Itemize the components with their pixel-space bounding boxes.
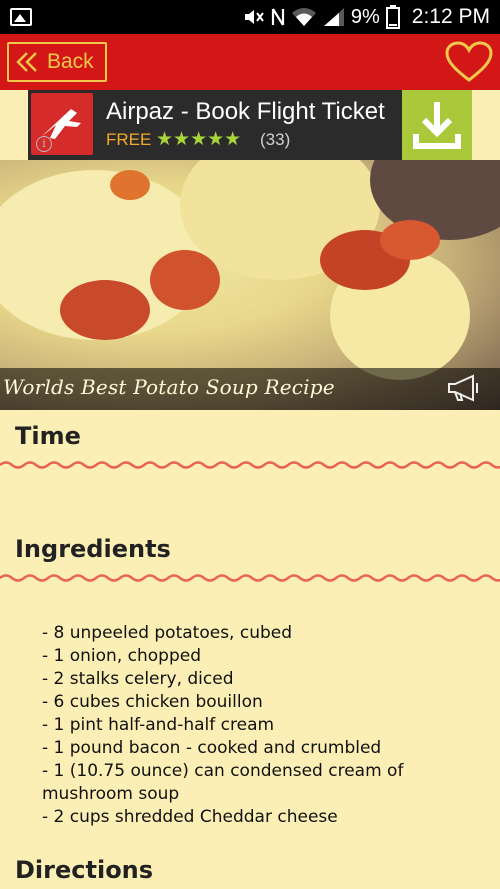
chevron-left-double-icon [16,52,37,72]
signal-icon [323,8,344,26]
nfc-icon [271,8,284,26]
ingredients-list: - 8 unpeeled potatoes, cubed - 1 onion, … [42,622,462,829]
megaphone-icon[interactable] [446,374,482,402]
ad-title: Airpaz - Book Flight Ticket [106,98,385,125]
ad-rating-stars: ★★★★★ [156,128,242,150]
mute-icon [244,10,264,24]
gallery-icon [10,8,32,26]
battery-percent: 9% [350,5,380,28]
status-icons: 9% 2:12 PM [243,0,490,34]
status-bar: 9% 2:12 PM [0,0,500,34]
ingredient-item: - 1 onion, chopped [42,646,201,666]
favorite-button[interactable] [444,40,494,84]
recipe-title: Worlds Best Potato Soup Recipe [3,375,335,399]
ad-price: FREE [106,130,152,149]
heart-icon [445,41,493,82]
ingredient-item: - 1 (10.75 ounce) can condensed cream of… [42,761,404,804]
section-divider [0,574,500,582]
section-divider [0,461,500,469]
ingredient-item: - 6 cubes chicken bouillon [42,692,263,712]
clock: 2:12 PM [411,5,490,28]
ingredient-item: - 8 unpeeled potatoes, cubed [42,623,293,643]
app-toolbar: Back [0,34,500,90]
info-icon[interactable]: i [36,136,52,152]
ad-download-button[interactable] [402,90,472,160]
ingredient-item: - 1 pound bacon - cooked and crumbled [42,738,382,758]
section-directions-heading: Directions [15,856,154,884]
ad-rating-count: (33) [260,130,291,149]
ad-banner[interactable]: i Airpaz - Book Flight Ticket FREE ★★★★★… [28,90,472,160]
wifi-icon [291,8,316,26]
ingredient-item: - 2 cups shredded Cheddar cheese [42,807,338,827]
back-button[interactable]: Back [7,42,107,82]
section-ingredients-heading: Ingredients [15,535,171,563]
recipe-title-bar: Worlds Best Potato Soup Recipe [0,368,500,410]
download-icon [413,102,461,149]
section-time-heading: Time [15,422,81,450]
battery-icon [385,5,400,29]
back-label: Back [47,50,94,73]
ingredient-item: - 2 stalks celery, diced [42,669,234,689]
recipe-photo: Worlds Best Potato Soup Recipe [0,160,500,410]
ingredient-item: - 1 pint half-and-half cream [42,715,275,735]
